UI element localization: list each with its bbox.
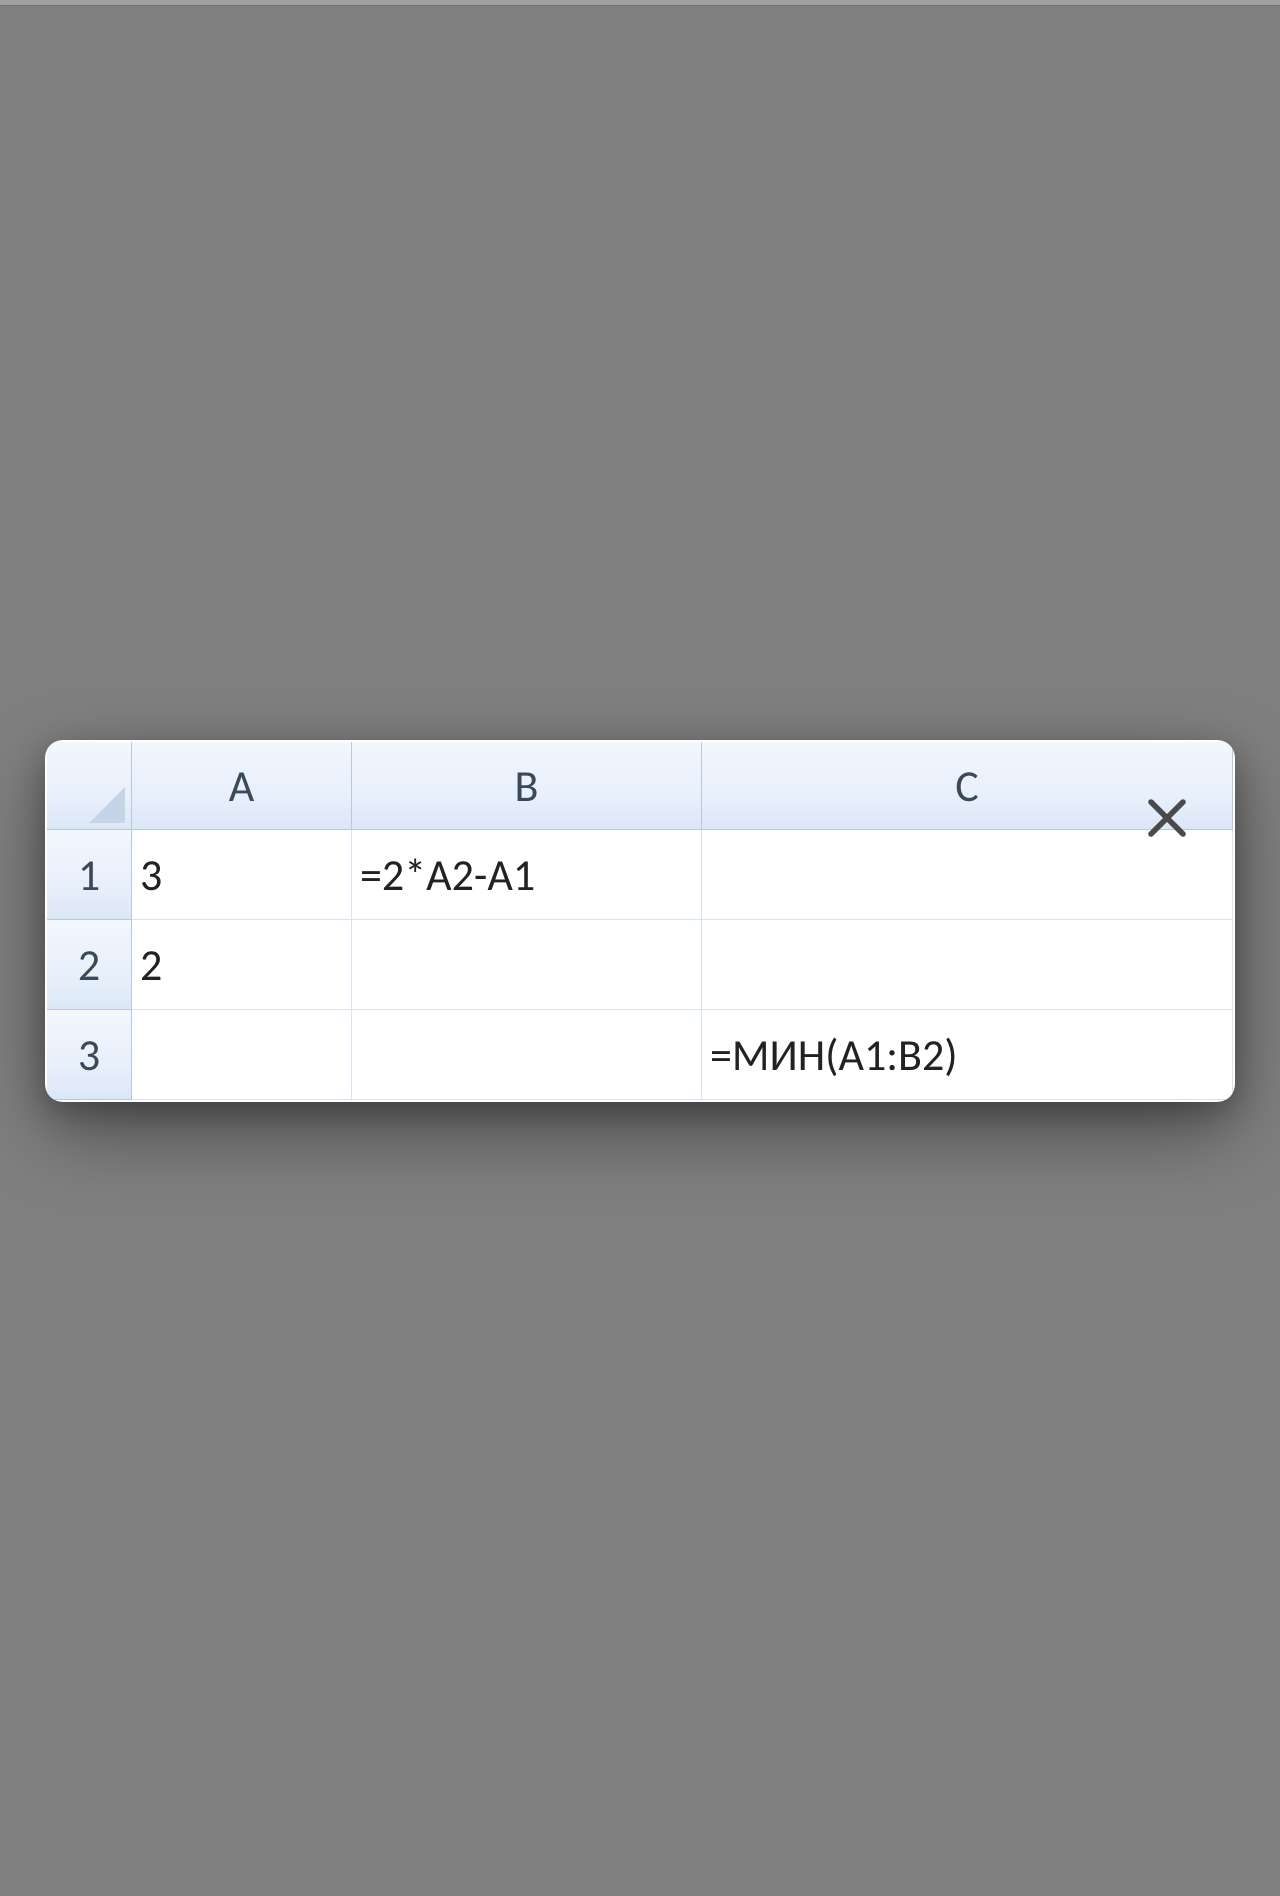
row-header-3[interactable]: 3: [47, 1010, 132, 1100]
table-row: 1 3 =2*A2-A1: [47, 830, 1233, 920]
select-all-triangle-icon: [89, 787, 125, 823]
column-header-row: A B C: [47, 742, 1233, 830]
close-icon: [1143, 794, 1191, 847]
cell-B1[interactable]: =2*A2-A1: [352, 830, 702, 920]
cell-B3[interactable]: [352, 1010, 702, 1100]
cell-C3[interactable]: =МИН(A1:B2): [702, 1010, 1233, 1100]
cell-C2[interactable]: [702, 920, 1233, 1010]
row-header-1[interactable]: 1: [47, 830, 132, 920]
cell-A1[interactable]: 3: [132, 830, 352, 920]
column-header-B[interactable]: B: [352, 742, 702, 830]
table-row: 3 =МИН(A1:B2): [47, 1010, 1233, 1100]
select-all-corner[interactable]: [47, 742, 132, 830]
close-button[interactable]: [1139, 792, 1195, 848]
spreadsheet-popup: A B C 1 3 =2*A2-A1 2 2 3 =МИН(A1:B2): [45, 740, 1235, 1102]
spreadsheet-grid[interactable]: A B C 1 3 =2*A2-A1 2 2 3 =МИН(A1:B2): [47, 742, 1233, 1100]
cell-A2[interactable]: 2: [132, 920, 352, 1010]
column-header-A[interactable]: A: [132, 742, 352, 830]
cell-A3[interactable]: [132, 1010, 352, 1100]
window-top-bar: [0, 0, 1280, 6]
table-row: 2 2: [47, 920, 1233, 1010]
row-header-2[interactable]: 2: [47, 920, 132, 1010]
cell-B2[interactable]: [352, 920, 702, 1010]
